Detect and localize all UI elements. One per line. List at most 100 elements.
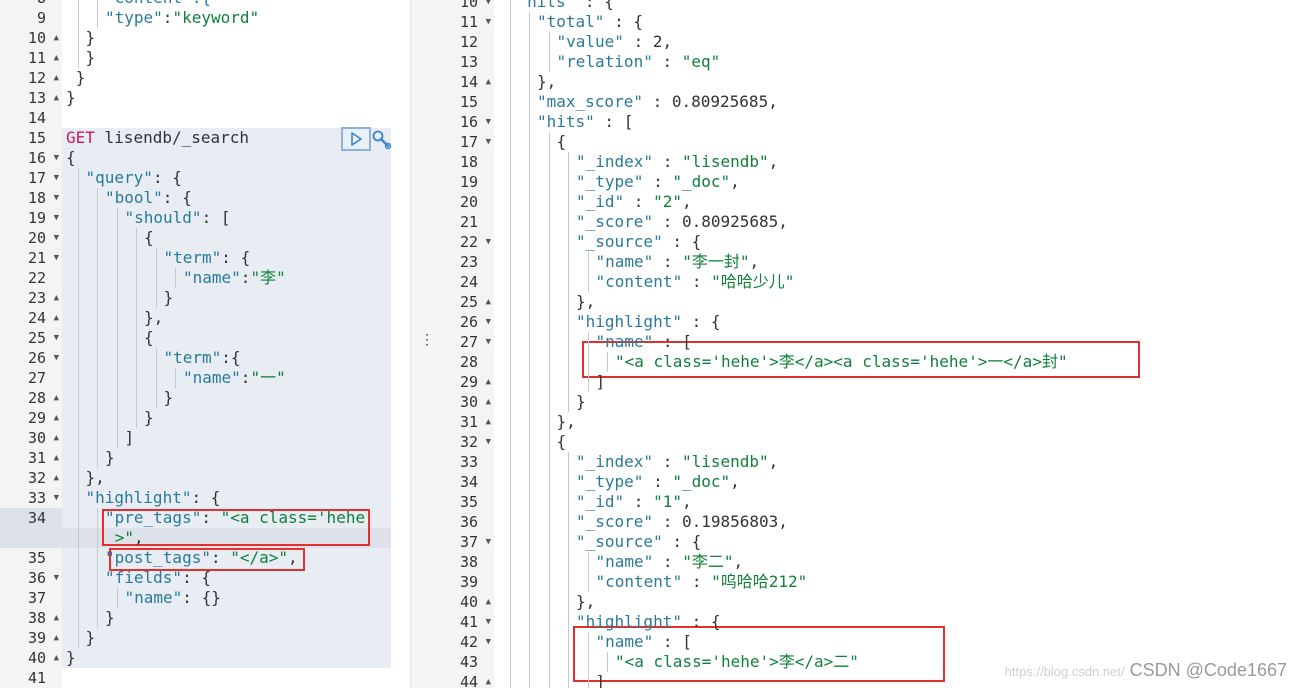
- code-token: },: [85, 468, 105, 487]
- code-token: : {: [681, 612, 721, 631]
- code-token: ,: [768, 452, 779, 471]
- response-code-line: }: [576, 392, 586, 412]
- response-gutter-line: 43: [432, 652, 494, 672]
- chevron-up-icon[interactable]: ▲: [54, 68, 59, 88]
- code-token: "_id": [576, 192, 625, 211]
- chevron-up-icon[interactable]: ▲: [54, 48, 59, 68]
- code-token: : [: [653, 332, 692, 351]
- chevron-down-icon[interactable]: ▼: [54, 228, 59, 248]
- code-token: "_score": [576, 212, 654, 231]
- chevron-down-icon[interactable]: ▼: [54, 568, 59, 588]
- request-editor[interactable]: "content":{"type":"keyword"}}}}GET lisen…: [62, 0, 410, 688]
- indent-guide: [77, 468, 79, 488]
- indent-guide: [136, 408, 138, 428]
- response-gutter-line: 17 ▼: [432, 132, 494, 152]
- chevron-down-icon[interactable]: ▼: [486, 12, 491, 32]
- chevron-down-icon[interactable]: ▼: [486, 0, 491, 12]
- chevron-down-icon[interactable]: ▼: [486, 332, 491, 352]
- request-code-line: },: [86, 468, 105, 488]
- chevron-up-icon[interactable]: ▲: [54, 428, 59, 448]
- response-code-line: },: [557, 412, 576, 432]
- chevron-down-icon[interactable]: ▼: [54, 488, 59, 508]
- code-token: : {: [604, 12, 643, 31]
- run-request-button[interactable]: [341, 127, 371, 151]
- line-number: 37: [459, 533, 478, 551]
- code-token: ,: [134, 528, 144, 547]
- line-number: 28: [459, 353, 478, 371]
- chevron-down-icon[interactable]: ▼: [486, 112, 491, 132]
- chevron-down-icon[interactable]: ▼: [54, 248, 59, 268]
- chevron-down-icon[interactable]: ▼: [54, 168, 59, 188]
- line-number: 20: [27, 229, 46, 247]
- line-number: 24: [459, 273, 478, 291]
- response-viewer[interactable]: "hits" : {"total" : {"value" : 2, "relati…: [494, 0, 1299, 688]
- indent-guide: [509, 112, 511, 132]
- chevron-up-icon[interactable]: ▲: [54, 448, 59, 468]
- chevron-up-icon[interactable]: ▲: [486, 672, 491, 688]
- request-code-line: "type":"keyword": [105, 8, 259, 28]
- indent-guide: [97, 8, 99, 28]
- chevron-up-icon[interactable]: ▲: [54, 408, 59, 428]
- chevron-down-icon[interactable]: ▼: [54, 348, 59, 368]
- code-token: "2": [653, 192, 682, 211]
- request-gutter-line: 21 ▼: [0, 248, 62, 268]
- chevron-up-icon[interactable]: ▲: [54, 288, 59, 308]
- chevron-down-icon[interactable]: ▼: [486, 312, 491, 332]
- code-token: :: [643, 472, 673, 491]
- indent-guide: [97, 308, 99, 328]
- request-settings-button[interactable]: [371, 128, 393, 152]
- code-token: : {: [221, 248, 251, 267]
- request-gutter-line: 26 ▼: [0, 348, 62, 368]
- code-token: ,: [730, 472, 740, 491]
- chevron-down-icon[interactable]: ▼: [54, 208, 59, 228]
- request-gutter-line: 30 ▲: [0, 428, 62, 448]
- wrench-icon: [372, 130, 392, 150]
- code-token: "name": [124, 588, 183, 607]
- line-number: 21: [459, 213, 478, 231]
- line-number: 40: [27, 649, 46, 667]
- chevron-down-icon[interactable]: ▼: [486, 232, 491, 252]
- chevron-up-icon[interactable]: ▲: [54, 28, 59, 48]
- chevron-down-icon[interactable]: ▼: [486, 632, 491, 652]
- code-token: "total": [537, 12, 605, 31]
- indent-guide: [97, 188, 99, 208]
- chevron-down-icon[interactable]: ▼: [54, 188, 59, 208]
- chevron-up-icon[interactable]: ▲: [54, 388, 59, 408]
- request-gutter-line: 11 ▲: [0, 48, 62, 68]
- request-code-line: "pre_tags": "<a class='hehe: [105, 508, 365, 528]
- code-token: "pre_tags": [105, 508, 202, 527]
- indent-guide: [509, 512, 511, 532]
- pane-divider[interactable]: ⋮: [410, 0, 434, 688]
- chevron-down-icon[interactable]: ▼: [54, 328, 59, 348]
- chevron-up-icon[interactable]: ▲: [54, 628, 59, 648]
- response-code-line: },: [576, 592, 595, 612]
- chevron-up-icon[interactable]: ▲: [486, 392, 491, 412]
- chevron-up-icon[interactable]: ▲: [54, 88, 59, 108]
- chevron-up-icon[interactable]: ▲: [54, 468, 59, 488]
- chevron-down-icon[interactable]: ▼: [486, 532, 491, 552]
- indent-guide: [155, 348, 157, 368]
- chevron-up-icon[interactable]: ▲: [486, 292, 491, 312]
- code-token: }: [85, 628, 96, 647]
- indent-guide: [548, 212, 550, 232]
- code-token: }: [105, 448, 115, 467]
- chevron-up-icon[interactable]: ▲: [486, 412, 491, 432]
- chevron-up-icon[interactable]: ▲: [54, 648, 59, 668]
- chevron-up-icon[interactable]: ▲: [54, 308, 59, 328]
- chevron-down-icon[interactable]: ▼: [54, 148, 59, 168]
- chevron-up-icon[interactable]: ▲: [486, 72, 491, 92]
- indent-guide: [509, 552, 511, 572]
- request-gutter-line: 20 ▼: [0, 228, 62, 248]
- chevron-up-icon[interactable]: ▲: [54, 608, 59, 628]
- request-gutter-line: 36 ▼: [0, 568, 62, 588]
- indent-guide: [77, 248, 79, 268]
- indent-guide: [548, 452, 550, 472]
- indent-guide: [548, 592, 550, 612]
- chevron-down-icon[interactable]: ▼: [486, 612, 491, 632]
- chevron-up-icon[interactable]: ▲: [486, 372, 491, 392]
- chevron-down-icon[interactable]: ▼: [486, 132, 491, 152]
- chevron-up-icon[interactable]: ▲: [486, 592, 491, 612]
- code-token: },: [144, 308, 164, 327]
- chevron-down-icon[interactable]: ▼: [486, 432, 491, 452]
- indent-guide: [509, 52, 511, 72]
